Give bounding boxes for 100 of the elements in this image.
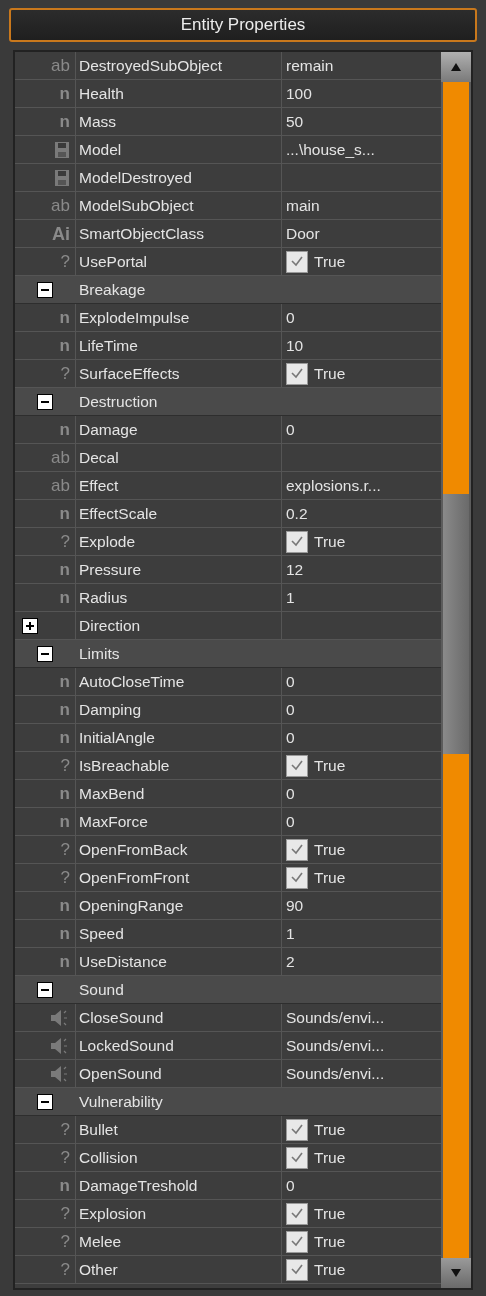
property-row[interactable]: n UseDistance 2 <box>15 948 441 976</box>
property-value: 90 <box>286 895 304 916</box>
checkbox[interactable] <box>286 754 308 777</box>
property-row[interactable]: n LifeTime 10 <box>15 332 441 360</box>
property-row[interactable]: ? OpenFromFront True <box>15 864 441 892</box>
type-symbol: n <box>59 785 70 802</box>
property-name: UseDistance <box>79 951 167 972</box>
collapse-icon[interactable] <box>37 981 53 998</box>
checkmark-icon <box>290 843 304 856</box>
property-row[interactable]: n MaxBend 0 <box>15 780 441 808</box>
property-row[interactable]: n DamageTreshold 0 <box>15 1172 441 1200</box>
type-symbol: ? <box>60 841 70 858</box>
expand-icon[interactable] <box>22 617 38 634</box>
property-row[interactable]: LockedSound Sounds/envi... <box>15 1032 441 1060</box>
property-value: 0 <box>286 307 295 328</box>
property-row[interactable]: ? Bullet True <box>15 1116 441 1144</box>
scroll-up-button[interactable] <box>441 52 471 82</box>
property-row[interactable]: ? SurfaceEffects True <box>15 360 441 388</box>
type-symbol: n <box>59 673 70 690</box>
property-row[interactable]: ? OpenFromBack True <box>15 836 441 864</box>
collapse-icon[interactable] <box>37 281 53 298</box>
group-header[interactable]: Limits <box>15 640 441 668</box>
property-row[interactable]: ? Explode True <box>15 528 441 556</box>
checkmark-icon <box>290 1151 304 1164</box>
property-value: True <box>314 1259 346 1280</box>
checkbox[interactable] <box>286 1146 308 1169</box>
property-row[interactable]: ab Decal <box>15 444 441 472</box>
property-row[interactable]: ab DestroyedSubObject remain <box>15 52 441 80</box>
group-name: Direction <box>79 615 141 636</box>
checkbox[interactable] <box>286 530 308 553</box>
property-row[interactable]: ab Effect explosions.r... <box>15 472 441 500</box>
property-value: 0 <box>286 727 295 748</box>
down-arrow-icon <box>450 1268 462 1278</box>
checkmark-icon <box>290 759 304 772</box>
property-row[interactable]: ab ModelSubObject main <box>15 192 441 220</box>
type-symbol: n <box>59 897 70 914</box>
property-name: Damage <box>79 419 138 440</box>
property-row[interactable]: n Speed 1 <box>15 920 441 948</box>
checkbox[interactable] <box>286 838 308 861</box>
group-name: Breakage <box>79 279 146 300</box>
property-row[interactable]: OpenSound Sounds/envi... <box>15 1060 441 1088</box>
property-row[interactable]: ? Melee True <box>15 1228 441 1256</box>
up-arrow-icon <box>450 62 462 72</box>
collapse-icon[interactable] <box>37 645 53 662</box>
property-row[interactable]: n InitialAngle 0 <box>15 724 441 752</box>
collapse-icon[interactable] <box>37 1093 53 1110</box>
property-row[interactable]: n Damage 0 <box>15 416 441 444</box>
property-row[interactable]: Model ...\house_s... <box>15 136 441 164</box>
checkbox[interactable] <box>286 1230 308 1253</box>
speaker-icon <box>50 1064 70 1083</box>
checkmark-icon <box>290 1123 304 1136</box>
property-row[interactable]: ? Explosion True <box>15 1200 441 1228</box>
property-row[interactable]: n OpeningRange 90 <box>15 892 441 920</box>
type-symbol: ? <box>60 1261 70 1278</box>
checkbox[interactable] <box>286 1258 308 1281</box>
scroll-down-button[interactable] <box>441 1258 471 1288</box>
property-row[interactable]: Ai SmartObjectClass Door <box>15 220 441 248</box>
property-name: OpenFromBack <box>79 839 188 860</box>
checkbox[interactable] <box>286 1202 308 1225</box>
group-header[interactable]: Destruction <box>15 388 441 416</box>
property-row[interactable]: ? IsBreachable True <box>15 752 441 780</box>
property-row[interactable]: n Mass 50 <box>15 108 441 136</box>
property-value: True <box>314 251 346 272</box>
property-value: True <box>314 363 346 384</box>
checkbox[interactable] <box>286 866 308 889</box>
property-row[interactable]: ? Other True <box>15 1256 441 1284</box>
property-row[interactable]: CloseSound Sounds/envi... <box>15 1004 441 1032</box>
property-name: Melee <box>79 1231 122 1252</box>
collapse-icon[interactable] <box>37 393 53 410</box>
type-symbol: n <box>59 813 70 830</box>
property-value: 1 <box>286 587 295 608</box>
type-symbol: n <box>59 505 70 522</box>
property-row[interactable]: n MaxForce 0 <box>15 808 441 836</box>
property-row[interactable]: n EffectScale 0.2 <box>15 500 441 528</box>
property-row[interactable]: ? UsePortal True <box>15 248 441 276</box>
property-row[interactable]: n Health 100 <box>15 80 441 108</box>
property-name: Damping <box>79 699 142 720</box>
group-header[interactable]: Vulnerability <box>15 1088 441 1116</box>
property-row[interactable]: n AutoCloseTime 0 <box>15 668 441 696</box>
scrollbar-thumb[interactable] <box>443 82 469 494</box>
group-row[interactable]: Direction <box>15 612 441 640</box>
type-symbol: ? <box>60 869 70 886</box>
checkbox[interactable] <box>286 362 308 385</box>
speaker-icon <box>50 1036 70 1055</box>
property-row[interactable]: ModelDestroyed <box>15 164 441 192</box>
checkbox[interactable] <box>286 250 308 273</box>
property-name: MaxForce <box>79 811 148 832</box>
property-row[interactable]: ? Collision True <box>15 1144 441 1172</box>
property-name: SmartObjectClass <box>79 223 204 244</box>
scrollbar[interactable] <box>441 52 471 1288</box>
checkbox[interactable] <box>286 1118 308 1141</box>
group-header[interactable]: Sound <box>15 976 441 1004</box>
type-symbol: ? <box>60 365 70 382</box>
property-row[interactable]: n ExplodeImpulse 0 <box>15 304 441 332</box>
property-row[interactable]: n Pressure 12 <box>15 556 441 584</box>
property-name: OpeningRange <box>79 895 184 916</box>
property-row[interactable]: n Radius 1 <box>15 584 441 612</box>
type-symbol: ab <box>51 57 70 74</box>
group-header[interactable]: Breakage <box>15 276 441 304</box>
property-row[interactable]: n Damping 0 <box>15 696 441 724</box>
